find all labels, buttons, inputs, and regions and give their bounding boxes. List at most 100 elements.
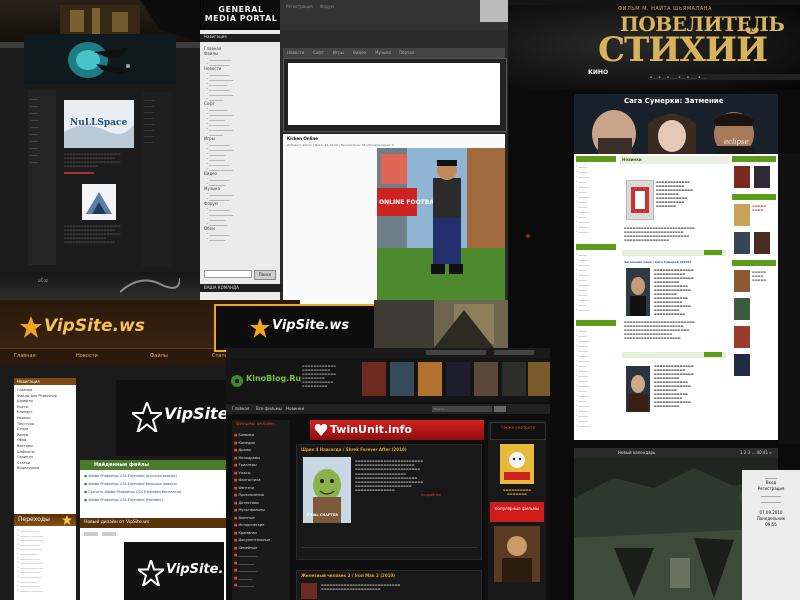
- kb-category[interactable]: Фантастика: [238, 478, 260, 482]
- gmp-logo-line1: GENERAL: [218, 5, 264, 14]
- related-thumb[interactable]: [734, 354, 750, 376]
- kb-category[interactable]: Ужасы: [238, 471, 250, 475]
- povel-kino-label: КИНО: [586, 68, 611, 77]
- povel-time: 09:55: [765, 522, 777, 527]
- gmp-article-box: Kicken Online Добавил: admin | Дата: 25.…: [283, 134, 505, 300]
- kb-nav-item[interactable]: Все фильмы: [256, 406, 282, 411]
- related-thumb[interactable]: [734, 298, 750, 320]
- kb-category[interactable]: Детективы: [238, 501, 258, 505]
- kb-category[interactable]: Семейные: [238, 546, 257, 550]
- kb-category[interactable]: Боевики: [238, 433, 253, 437]
- vip-sidebar: Навигация Главная Файлы для Photoshop Шр…: [14, 378, 76, 600]
- film-block[interactable]: ▬▬▬▬▬▬▬▬▬▬▬▬▬▬▬▬▬▬▬▬▬▬▬▬▬▬▬▬▬▬▬▬▬▬▬▬▬▬▬▬…: [624, 362, 724, 432]
- kb-side-poster[interactable]: [500, 444, 534, 484]
- kb-popular-poster[interactable]: [494, 526, 540, 582]
- vip-menu-item[interactable]: Главная: [14, 353, 36, 359]
- photo-tile: [374, 300, 508, 348]
- kb-logo[interactable]: KinoBlog.Ru: [246, 374, 301, 383]
- gmp-tabs-bar: Новости Софт Игры Видео Музыка Портал: [283, 48, 505, 58]
- kb-search-button[interactable]: [494, 406, 506, 412]
- gmp-nav-register[interactable]: Регистрация: [286, 4, 313, 9]
- kb-side-title-2: популярные фильмы: [494, 506, 540, 511]
- gmp-article-title[interactable]: Kicken Online: [283, 134, 505, 143]
- kb-more-link[interactable]: подробнее: [421, 493, 441, 497]
- gmp-tab[interactable]: Музыка: [375, 50, 391, 55]
- vip-logo[interactable]: VipSite.ws: [44, 316, 145, 336]
- kb-poster[interactable]: [474, 362, 498, 396]
- kb-poster[interactable]: [502, 362, 526, 396]
- kb-login-field[interactable]: [426, 350, 486, 355]
- kb-category[interactable]: Мелодрамы: [238, 456, 260, 460]
- vip-main-banner: VipSite.ws: [116, 380, 259, 456]
- gmp-logo[interactable]: GENERAL MEDIA PORTAL: [200, 0, 281, 30]
- vip-menu-item[interactable]: Новости: [76, 353, 98, 359]
- game-screenshot: ONLINE FOOTBALL: [377, 148, 505, 300]
- film-block[interactable]: ▬▬▬▬▬▬▬▬▬▬▬▬▬▬▬▬▬▬▬▬▬▬▬▬▬▬▬▬▬▬▬▬▬▬▬▬▬▬▬▬…: [624, 178, 724, 224]
- kb-poster[interactable]: [446, 362, 470, 396]
- kb-category[interactable]: Документальные: [238, 538, 270, 542]
- gmp-nav-forum[interactable]: Форум: [320, 4, 334, 9]
- kb-post-title[interactable]: Железный человек 2 / Iron Man 2 (2010): [297, 571, 481, 580]
- gmp-search-button[interactable]: Поиск: [254, 270, 276, 280]
- gmp-tab[interactable]: Игры: [333, 50, 344, 55]
- vip-found-files-title: Найденные файлы: [80, 460, 226, 470]
- gmp-tab[interactable]: Портал: [399, 50, 414, 55]
- kb-post-poster[interactable]: FINAL CHAPTER: [303, 457, 351, 523]
- kb-search-input[interactable]: Поиск...: [432, 406, 492, 412]
- gmp-tab[interactable]: Видео: [353, 50, 366, 55]
- kb-poster[interactable]: [390, 362, 414, 396]
- related-thumb[interactable]: [734, 232, 750, 254]
- star-logo-icon: [132, 402, 162, 432]
- related-thumb[interactable]: [734, 326, 750, 348]
- kb-category[interactable]: Исторические: [238, 523, 264, 527]
- gmp-tab[interactable]: Новости: [287, 50, 304, 55]
- vip-found-file[interactable]: Скачать Adobe Photoshop CS4 Extended бес…: [88, 490, 181, 494]
- related-thumb[interactable]: [754, 166, 770, 188]
- vip-found-file[interactable]: Adobe Photoshop CS4 Extended (Portable): [88, 498, 163, 502]
- related-thumb[interactable]: [734, 204, 750, 226]
- vip-found-file[interactable]: Adobe Photoshop CS4 Extended (русская ве…: [88, 474, 177, 478]
- gmp-search-input[interactable]: [204, 270, 252, 278]
- kb-category[interactable]: Военные: [238, 516, 254, 520]
- vip-found-files: Найденные файлы ● Adobe Photoshop CS4 Ex…: [80, 460, 226, 518]
- povel-tab-active[interactable]: Новинки: [622, 157, 642, 162]
- film-block[interactable]: Заселение кино / Сага Сумерки (2010) ▬▬▬…: [624, 260, 724, 350]
- svg-text:ONLINE FOOTBALL: ONLINE FOOTBALL: [379, 199, 442, 206]
- vip-sidebar-item[interactable]: Видеоуроки: [17, 466, 75, 472]
- kb-nav-item[interactable]: Главная: [232, 406, 249, 411]
- vip-found-file[interactable]: Adobe Photoshop CS4 Extended большая нов…: [88, 482, 177, 486]
- kb-post-title[interactable]: Шрек 4 Навсегда / Shrek Forever After (2…: [297, 445, 481, 454]
- kb-category[interactable]: Мультфильмы: [238, 508, 264, 512]
- vip-post-body: VipSite.ws: [80, 528, 243, 600]
- site-footer: uCoz: [0, 272, 200, 300]
- kb-category[interactable]: Триллеры: [238, 463, 256, 467]
- gmp-sidebar-title: Навигация: [204, 34, 227, 39]
- kb-category[interactable]: Приключения: [238, 493, 263, 497]
- kb-nav-item[interactable]: Новинки: [286, 406, 304, 411]
- left-sidebar: ____ ____ ____ ____ ____ ____ ____ ____ ____ ____: [28, 90, 56, 265]
- povel-green-button[interactable]: [704, 352, 722, 357]
- kb-category[interactable]: Комедии: [238, 441, 254, 445]
- gmp-content-box: [283, 58, 507, 132]
- kb-brand-banner[interactable]: TwinUnit.info: [310, 420, 484, 440]
- related-thumb[interactable]: [734, 166, 750, 188]
- gmp-sidebar-bottom: ВАША КОМАНДА: [200, 284, 284, 292]
- vip-menu-item[interactable]: Файлы: [150, 353, 168, 359]
- vip-new-design-title[interactable]: Новый дизайн от VipSite.ws: [84, 520, 149, 525]
- gmp-tab[interactable]: Софт: [313, 50, 324, 55]
- povel-pagination[interactable]: 1 2 3 ... 40 41 »: [740, 450, 772, 455]
- kb-category[interactable]: Драмы: [238, 448, 251, 452]
- kb-poster[interactable]: [528, 362, 550, 396]
- related-thumb[interactable]: [754, 232, 770, 254]
- kb-category[interactable]: Криминал: [238, 531, 257, 535]
- kb-category[interactable]: Фэнтези: [238, 486, 254, 490]
- povel-green-button[interactable]: [704, 250, 722, 255]
- gmp-login-box[interactable]: [480, 0, 508, 22]
- kb-nav: Главная Все фильмы Новинки Поиск...: [226, 404, 550, 414]
- kb-poster[interactable]: [362, 362, 386, 396]
- related-thumb[interactable]: [734, 270, 750, 292]
- star-logo-icon: [138, 560, 164, 586]
- kb-poster[interactable]: [418, 362, 442, 396]
- film-title[interactable]: Заселение кино / Сага Сумерки (2010): [624, 260, 724, 264]
- kb-password-field[interactable]: [494, 350, 534, 355]
